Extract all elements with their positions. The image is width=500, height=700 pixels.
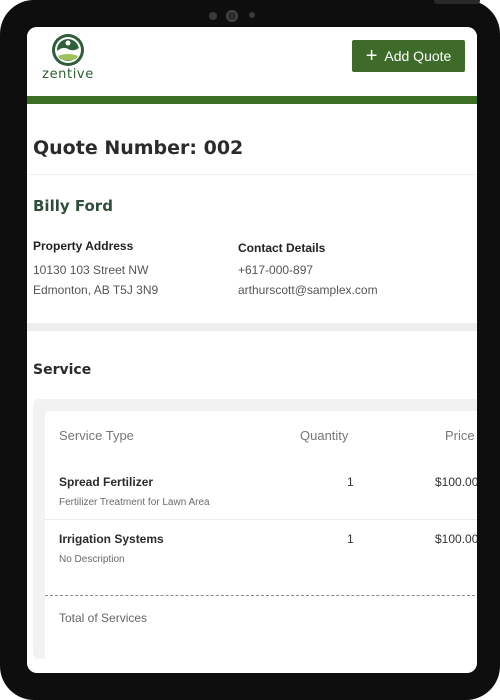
total-divider [45,595,477,596]
row-divider [45,519,477,520]
contact-details-heading: Contact Details [238,241,326,255]
property-address-line1: 10130 103 Street NW [33,263,149,277]
zentive-logo-icon [52,34,84,66]
services-table: Service Type Quantity Price Spread Ferti… [45,411,477,661]
sensor-dot [249,12,255,18]
camera-icon [226,10,238,22]
contact-phone: +617-000-897 [238,263,314,277]
page-title: Quote Number: 002 [33,137,244,159]
tablet-frame: zentive + Add Quote Quote Number: 002 Bi… [0,0,500,700]
sensor-dot [209,12,217,20]
brand-name: zentive [42,67,94,82]
service-title: Spread Fertilizer [59,475,154,489]
service-quantity: 1 [347,475,354,489]
service-section-heading: Service [33,362,92,378]
service-description: Fertilizer Treatment for Lawn Area [59,497,210,508]
total-of-services-label: Total of Services [59,611,148,625]
contact-email: arthurscott@samplex.com [238,283,378,297]
property-address-line2: Edmonton, AB T5J 3N9 [33,283,159,297]
app-screen: zentive + Add Quote Quote Number: 002 Bi… [27,27,477,673]
client-name: Billy Ford [33,197,113,215]
service-price: $100.00 [435,475,477,489]
header-accent-bar [27,96,477,104]
service-title: Irrigation Systems [59,532,164,546]
services-table-container: Service Type Quantity Price Spread Ferti… [33,399,477,661]
section-divider [27,323,477,331]
divider [27,174,477,175]
column-header-quantity: Quantity [300,428,349,443]
tablet-button [434,0,480,4]
service-quantity: 1 [347,532,354,546]
column-header-price: Price [445,428,475,443]
plus-icon: + [365,45,378,67]
service-description: No Description [59,554,125,565]
add-quote-label: Add Quote [384,48,452,64]
column-header-service-type: Service Type [59,428,134,443]
service-price: $100.00 [435,532,477,546]
app-header: zentive + Add Quote [27,27,477,97]
brand-logo[interactable]: zentive [39,33,97,83]
add-quote-button[interactable]: + Add Quote [352,40,465,72]
property-address-heading: Property Address [33,239,134,253]
